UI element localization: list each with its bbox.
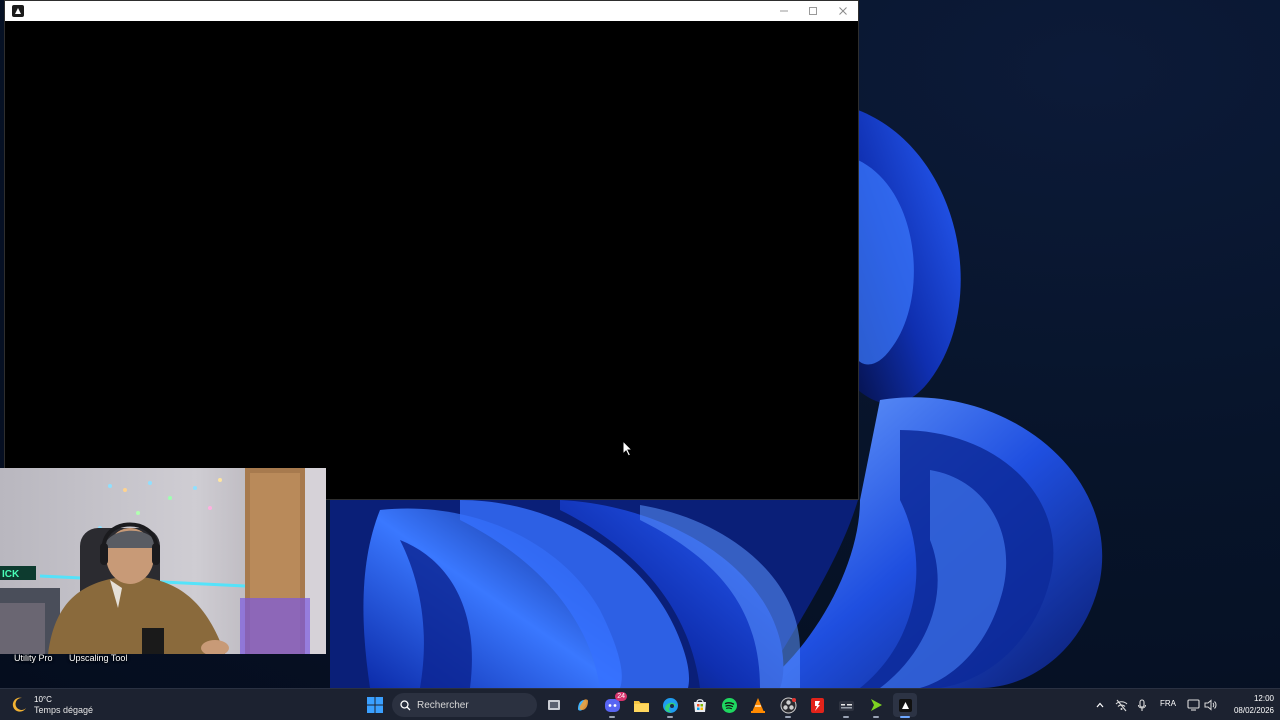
- minimize-button[interactable]: [769, 1, 799, 21]
- clock-date: 08/02/2026: [1233, 706, 1274, 715]
- taskbar-app-edge[interactable]: [658, 693, 682, 718]
- taskbar-app-red-app[interactable]: [805, 693, 829, 717]
- microphone-icon: [1137, 698, 1147, 711]
- obs-icon: [780, 697, 796, 713]
- weather-widget[interactable]: 10°C Temps dégagé: [10, 691, 93, 719]
- volume-control[interactable]: [1202, 697, 1218, 713]
- taskbar-app-task-view[interactable]: [542, 693, 566, 717]
- taskbar-app-copilot[interactable]: [571, 693, 595, 717]
- taskbar-app-discord[interactable]: 24: [600, 692, 627, 718]
- running-indicator: [843, 716, 849, 718]
- webcam-feed: ICK: [0, 468, 326, 654]
- maximize-button[interactable]: [798, 1, 828, 21]
- search-input[interactable]: [417, 699, 527, 711]
- running-indicator: [785, 716, 791, 718]
- taskbar-app-active-app[interactable]: [893, 693, 917, 718]
- utility-app-icon: [838, 700, 854, 711]
- show-hidden-icons-button[interactable]: [1092, 697, 1108, 713]
- clock-time: 12:00: [1253, 694, 1274, 703]
- search-icon: [400, 699, 411, 710]
- language-indicator[interactable]: FRA: [1160, 699, 1176, 708]
- start-button[interactable]: [364, 694, 386, 716]
- taskbar-app-green-app[interactable]: [864, 693, 888, 718]
- microphone-status[interactable]: [1134, 697, 1150, 713]
- moon-icon: [12, 697, 26, 712]
- red-app-icon: [810, 697, 824, 713]
- desktop-shortcut-upscaling-tool[interactable]: Upscaling Tool: [69, 653, 127, 663]
- taskbar-app-file-explorer[interactable]: [629, 693, 653, 717]
- weather-temperature: 10°C: [34, 695, 52, 704]
- close-button[interactable]: [828, 1, 858, 21]
- vlc-icon: [751, 697, 765, 713]
- discord-notification-badge: 24: [615, 692, 627, 701]
- running-indicator: [667, 716, 673, 718]
- app-window[interactable]: [4, 0, 859, 500]
- taskbar-search[interactable]: [392, 693, 537, 717]
- edge-icon: [662, 697, 678, 713]
- svg-text:ICK: ICK: [2, 569, 20, 580]
- app-logo-icon: [12, 5, 24, 17]
- mouse-cursor-icon: [622, 440, 634, 457]
- close-icon: [839, 7, 847, 15]
- clock[interactable]: 12:00 08/02/2026: [1220, 693, 1274, 717]
- webcam-overlay: ICK: [0, 468, 326, 654]
- store-icon: [694, 699, 706, 712]
- taskbar-app-microsoft-store[interactable]: [688, 693, 712, 717]
- taskbar: 10°C Temps dégagé Rechercher 24 FRA 12:0…: [0, 688, 1280, 720]
- folder-icon: [633, 700, 649, 712]
- minimize-icon: [780, 10, 788, 12]
- chevron-up-icon: [1096, 702, 1104, 708]
- taskbar-app-utility-app[interactable]: [834, 693, 858, 718]
- task-view-icon: [548, 700, 560, 710]
- network-disconnected-icon: [1115, 699, 1127, 711]
- taskbar-app-spotify[interactable]: [717, 693, 741, 717]
- speaker-icon: [1204, 699, 1216, 711]
- copilot-icon: [578, 699, 588, 711]
- running-indicator: [609, 716, 615, 718]
- green-arrow-icon: [871, 699, 882, 711]
- network-status[interactable]: [1113, 697, 1129, 713]
- window-content[interactable]: [5, 21, 858, 499]
- taskbar-app-obs-studio[interactable]: [776, 693, 800, 718]
- spotify-icon: [721, 697, 737, 713]
- running-indicator: [873, 716, 879, 718]
- running-indicator: [900, 716, 910, 718]
- taskbar-app-vlc[interactable]: [746, 693, 770, 717]
- active-app-icon: [898, 698, 912, 712]
- weather-condition: Temps dégagé: [34, 705, 94, 715]
- window-titlebar[interactable]: [5, 1, 858, 21]
- maximize-icon: [809, 7, 817, 15]
- desktop-shortcut-utility-pro[interactable]: Utility Pro: [14, 653, 53, 663]
- windows-logo-icon: [367, 697, 383, 713]
- display-status[interactable]: [1185, 697, 1201, 713]
- monitor-icon: [1186, 699, 1200, 711]
